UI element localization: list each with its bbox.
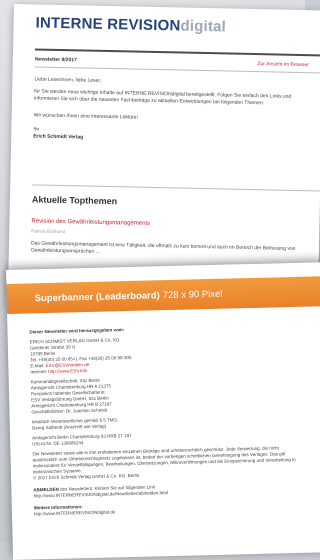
- newsletter-title: INTERNE REVISIONdigital: [35, 14, 226, 35]
- issue-number: Newsletter 9/2017: [34, 56, 77, 64]
- section-heading: Aktuelle Topthemen: [31, 194, 118, 207]
- screenshot-stage: INTERNE REVISIONdigital Newsletter 9/201…: [0, 0, 320, 560]
- article-title-link[interactable]: Revision des Gewährleistungsmanagements: [31, 218, 150, 226]
- article-author: Patrick Eichhorst: [31, 228, 66, 235]
- website-link[interactable]: http://www.ESV.info: [48, 368, 87, 374]
- section-rule: [32, 184, 320, 192]
- banner-label: Superbanner (Leaderboard): [34, 289, 160, 304]
- header-rule: [35, 48, 320, 57]
- title-suffix: digital: [180, 17, 227, 36]
- view-in-browser-link[interactable]: Zur Ansicht im Browser: [257, 61, 309, 68]
- greeting: Liebe Leserinnen, liebe Leser,: [34, 76, 102, 84]
- newsletter-imprint-page: Superbanner (Leaderboard) 728 x 90 Pixel…: [6, 262, 320, 560]
- article-teaser: Das Gewährleistungsmanagement ist eine T…: [30, 240, 296, 255]
- title-main: INTERNE REVISION: [35, 14, 181, 35]
- intro-text: für Sie werden neue wichtige Inhalte auf…: [33, 88, 292, 107]
- banner-size: 728 x 90 Pixel: [162, 288, 223, 301]
- wish-text: Wir wünschen Ihnen eine interessante Lek…: [33, 112, 138, 121]
- superbanner-ad[interactable]: Superbanner (Leaderboard) 728 x 90 Pixel: [6, 276, 320, 314]
